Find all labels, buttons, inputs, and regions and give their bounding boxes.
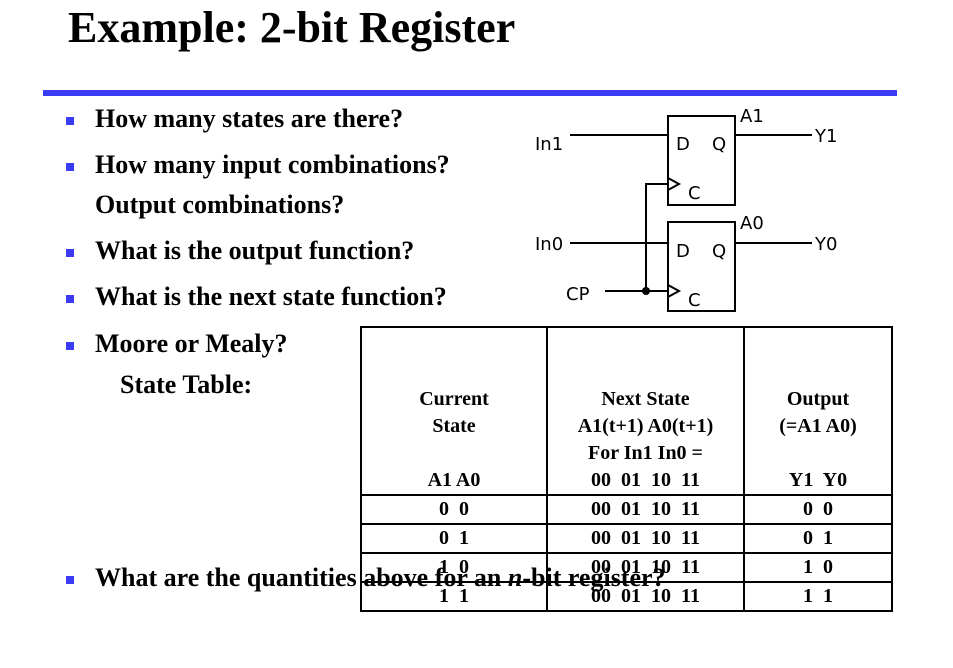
q1-label: Q <box>712 134 726 155</box>
cp-label: CP <box>566 284 590 305</box>
label <box>745 440 891 467</box>
label: In1 In0 CP A1 A0 Y1 Y0 D Q C D Q C <box>535 106 837 311</box>
label: Next State <box>601 388 690 410</box>
label: Current <box>419 388 489 410</box>
in1-label: In1 <box>535 134 563 155</box>
table-row: 0 1 00 01 10 11 0 1 <box>360 523 893 553</box>
d0-label: D <box>676 241 690 262</box>
label: Output <box>786 388 850 410</box>
table-cell: 1 1 <box>743 581 893 611</box>
y1-label: Y1 <box>814 126 837 147</box>
state-table: Current State A1 A0 Next State A1(t+1) A0(t… <box>360 326 893 612</box>
junction-dot <box>642 287 650 295</box>
table-row: 1 1 00 01 10 11 1 1 <box>360 581 893 611</box>
table-cell: 00 01 10 11 <box>546 494 745 524</box>
table-cell: 0 0 <box>360 494 548 524</box>
label: A1 A0 <box>427 469 481 491</box>
in0-label: In0 <box>535 234 563 255</box>
clock-branch <box>645 183 668 291</box>
c0-label: C <box>688 290 701 311</box>
label <box>570 115 812 312</box>
clock-triangle-1 <box>667 177 682 191</box>
header-current-state: Current State A1 A0 <box>360 327 548 495</box>
a1-label: A1 <box>740 106 764 127</box>
label: Y1 Y0 <box>788 469 848 491</box>
table-row: 0 0 00 01 10 11 0 0 <box>360 494 893 524</box>
flipflop-0 <box>667 221 736 312</box>
flipflop-1 <box>667 115 736 206</box>
d1-label: D <box>676 134 690 155</box>
label <box>362 440 546 467</box>
label: State <box>432 415 476 437</box>
table-cell: 1 0 <box>743 552 893 582</box>
table-cell: 0 1 <box>743 523 893 553</box>
table-cell: 1 1 <box>360 581 548 611</box>
slide: Example: 2-bit Register How many states … <box>0 0 953 668</box>
label: 00 01 10 11 <box>591 469 700 491</box>
table-cell: 0 0 <box>743 494 893 524</box>
header-output: Output (=A1 A0) Y1 Y0 <box>743 327 893 495</box>
table-cell: 00 01 10 11 <box>546 552 745 582</box>
a0-label: A0 <box>740 213 764 234</box>
table-cell: 00 01 10 11 <box>546 523 745 553</box>
label: (=A1 A0) <box>779 415 857 437</box>
table-cell: 1 0 <box>360 552 548 582</box>
c1-label: C <box>688 183 701 204</box>
table-cell: 00 01 10 11 <box>546 581 745 611</box>
table-cell: 0 1 <box>360 523 548 553</box>
header-next-state: Next State A1(t+1) A0(t+1) For In1 In0 = 00… <box>546 327 745 495</box>
table-row: 1 0 00 01 10 11 1 0 <box>360 552 893 582</box>
clock-triangle-0 <box>667 284 682 298</box>
label: For In1 In0 = <box>588 442 703 464</box>
label: A1(t+1) A0(t+1) <box>577 415 714 437</box>
y0-label: Y0 <box>814 234 837 255</box>
q0-label: Q <box>712 241 726 262</box>
table-header: Current State A1 A0 Next State A1(t+1) A0(t… <box>360 327 893 495</box>
